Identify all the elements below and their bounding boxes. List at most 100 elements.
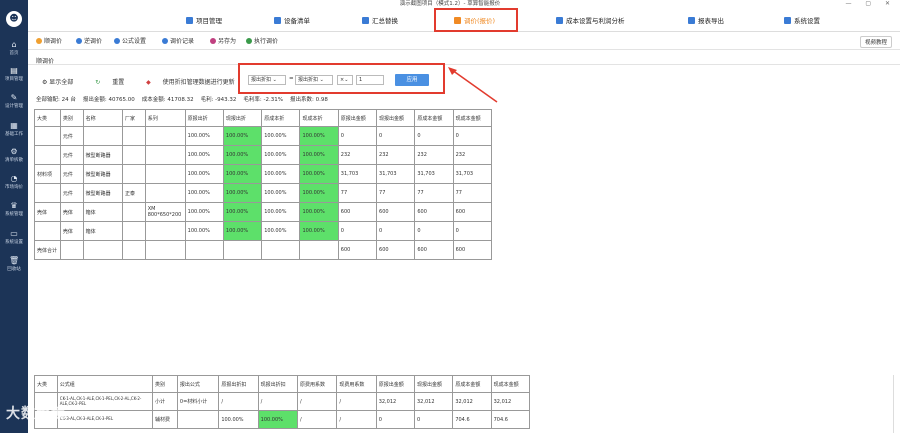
scrollbar[interactable]: [893, 375, 899, 433]
show-all-button[interactable]: ⚙ 显示全部: [42, 79, 83, 86]
table-row[interactable]: 材料项 元件 微型断路器 100.00% 100.00% 100.00% 100.00% 31…: [34, 164, 493, 184]
tab-5[interactable]: 报表导出: [688, 16, 724, 26]
toolbar-button-0[interactable]: 顺调价: [36, 37, 62, 46]
tab-label: 汇总替换: [372, 17, 398, 25]
batch-adjust-panel: 报出折扣 ⌄ = 报出折扣 ⌄ ×⌄ 1 应用: [238, 63, 445, 94]
table-cell: 元件: [59, 183, 84, 203]
table-cell: [144, 183, 186, 203]
use-discount-label: 使用折扣管理数据进行更新: [162, 79, 235, 86]
toolbar-button-3[interactable]: 调价记录: [162, 37, 194, 46]
table-cell: 100.00%: [257, 410, 299, 429]
toolbar-button-4[interactable]: 另存为: [210, 37, 236, 46]
column-header: 原成本金额: [414, 109, 454, 127]
summary-item: 毛利: -943.32: [200, 97, 237, 103]
table-row[interactable]: CK-1-AL,CK-1-ALE,CK-1-PEL,CK-2-AL,CK-2-A…: [34, 392, 531, 411]
table-cell: 32,012: [375, 392, 416, 411]
toolbar-button-2[interactable]: 公式设置: [114, 37, 146, 46]
sidebar-item-6[interactable]: ♛ 系统管理: [0, 201, 28, 217]
table-cell: 77: [414, 183, 454, 203]
table-cell: /: [336, 392, 377, 411]
sidebar-item-8[interactable]: 🗑 回收站: [0, 256, 28, 272]
table-cell: 元件: [59, 126, 84, 146]
window-controls[interactable]: — ▢ ✕: [845, 0, 896, 8]
field2-select[interactable]: 报出折扣 ⌄: [295, 75, 333, 85]
table-cell: 100.00%: [184, 221, 224, 241]
table-cell: 600: [376, 240, 416, 260]
design-icon: ✎: [10, 93, 18, 102]
table-cell: 704.6: [452, 410, 492, 429]
sidebar-item-4[interactable]: ⚙ 清单拆散: [0, 147, 28, 163]
toolbar-button-1[interactable]: 逆调价: [76, 37, 102, 46]
table-cell: [121, 164, 146, 184]
adjust-table: 大类 类别 名称 厂家 系列 原报出折 现报出折 原成本折 现成本折 原报出金额 现报出金额 原成本金…: [34, 109, 493, 260]
table-cell: [82, 240, 123, 260]
table-cell: 元件: [59, 164, 84, 184]
table-cell: 32,012: [452, 392, 492, 411]
sidebar-item-7[interactable]: ▭ 系统设置: [0, 229, 28, 245]
refresh-icon: ↻: [95, 79, 101, 86]
value-input[interactable]: 1: [356, 75, 384, 85]
table-cell: /: [296, 410, 338, 429]
table-cell: 100.00%: [299, 183, 339, 203]
tab-icon: [688, 17, 695, 24]
table-cell: 0: [414, 221, 454, 241]
table-cell: 600: [337, 240, 378, 260]
field1-select[interactable]: 报出折扣 ⌄: [248, 75, 286, 85]
summary-item: 毛利率: -2.31%: [243, 97, 283, 103]
table-cell: 0: [414, 126, 454, 146]
table-cell: 100.00%: [261, 145, 301, 165]
table-row[interactable]: 元件 100.00% 100.00% 100.00% 100.00% 0 0 0 0: [34, 126, 493, 146]
table-cell: CK-1-AL,CK-1-ALE,CK-1-PEL,CK-2-AL,CK-2-A…: [56, 392, 154, 411]
table-row[interactable]: 壳体 壳体 箱体 XM 800*650*200 100.00% 100.00% 100.00…: [34, 202, 493, 222]
table-row[interactable]: 壳体 箱体 100.00% 100.00% 100.00% 100.00% 0 0 0 0: [34, 221, 493, 241]
tab-0[interactable]: 项目管理: [186, 16, 222, 26]
table-cell: 100.00%: [261, 164, 301, 184]
table-cell: 100.00%: [299, 145, 339, 165]
sidebar-item-5[interactable]: ◔ 市场询价: [0, 174, 28, 190]
sidebar-item-3[interactable]: ▦ 基础工作: [0, 121, 28, 137]
video-tutorial-button[interactable]: 视频教程: [859, 36, 892, 48]
reset-button[interactable]: ↻ 重置: [95, 79, 134, 86]
table-cell: 600: [337, 202, 378, 222]
table-cell: 600: [376, 202, 416, 222]
tab-4[interactable]: 成本设置与利润分析: [556, 16, 625, 26]
table-cell: 31,703: [376, 164, 416, 184]
watermark: 大数跨境: [6, 406, 66, 422]
table-cell: 100.00%: [184, 202, 224, 222]
sidebar-item-1[interactable]: ▤ 项目管理: [0, 66, 28, 82]
table-cell: 32,012: [413, 392, 454, 411]
table-cell: 箱体: [82, 202, 123, 222]
tab-6[interactable]: 系统设置: [784, 16, 820, 26]
operator-select[interactable]: ×⌄: [337, 75, 353, 85]
sidebar-item-label: 首页: [9, 51, 19, 56]
toolbar-label: 调价记录: [170, 38, 195, 45]
sidebar-item-label: 系统设置: [5, 240, 23, 245]
table-cell: 232: [452, 145, 493, 165]
window-title: 演示截图项目（模式1.2）- 草算智能报价: [399, 1, 501, 7]
sidebar-item-0[interactable]: ⌂ 首页: [0, 40, 28, 56]
column-header: 公式组: [56, 375, 154, 393]
toolbar-icon: [162, 38, 168, 44]
table-cell: 100.00%: [184, 126, 224, 146]
use-discount-button[interactable]: ◆ 使用折扣管理数据进行更新: [146, 79, 245, 86]
table-row[interactable]: 壳体合计 600 600 600 600: [34, 240, 493, 260]
table-cell: /: [257, 392, 299, 411]
table-cell: [144, 221, 186, 241]
table-cell: 小计: [152, 392, 178, 411]
column-header: 原报出金额: [337, 109, 378, 127]
tab-icon: [362, 17, 369, 24]
table-cell: [34, 145, 61, 165]
table-row[interactable]: CK-3-AL,CK-3-ALE,CK-3-PEL 辅材费 100.00% 100.0…: [34, 410, 531, 429]
table-cell: 100.00%: [261, 126, 301, 146]
table-row[interactable]: 元件 微型断路器 正泰 100.00% 100.00% 100.00% 100.00% 77 7…: [34, 183, 493, 203]
tab-1[interactable]: 设备清单: [274, 16, 310, 26]
toolbar-button-5[interactable]: 执行调价: [246, 37, 278, 46]
toolbar-icon: [210, 38, 216, 44]
chart-icon: ◔: [10, 174, 18, 183]
tab-2[interactable]: 汇总替换: [362, 16, 398, 26]
sidebar-item-2[interactable]: ✎ 设计管理: [0, 93, 28, 109]
table-cell: XM 800*650*200: [144, 202, 186, 222]
table-row[interactable]: 元件 微型断路器 100.00% 100.00% 100.00% 100.00% 232 23…: [34, 145, 493, 165]
table-cell: 232: [337, 145, 378, 165]
apply-button[interactable]: 应用: [395, 74, 429, 86]
